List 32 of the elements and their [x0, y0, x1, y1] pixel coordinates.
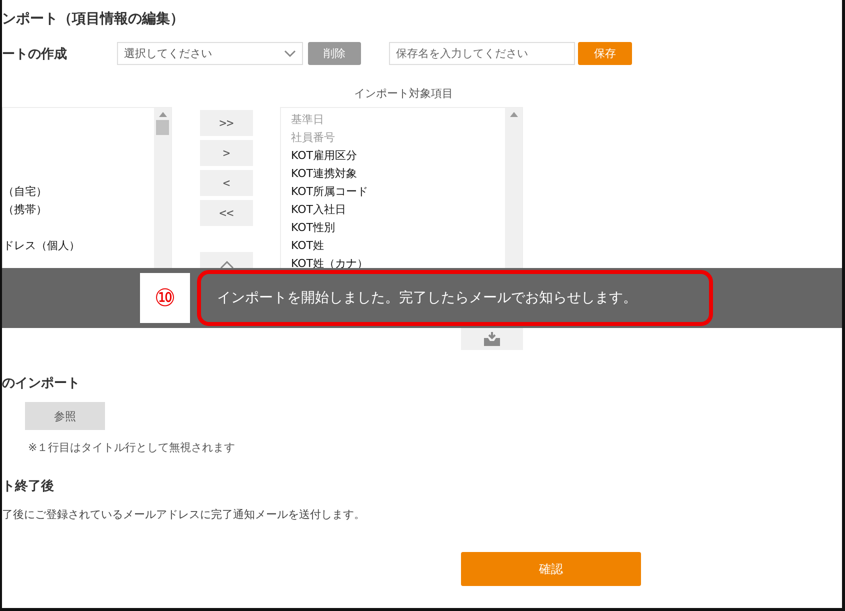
- list-item[interactable]: KOT連携対象: [291, 165, 495, 183]
- chevron-down-icon: [284, 50, 296, 58]
- download-button[interactable]: [461, 328, 523, 350]
- browse-button[interactable]: 参照: [25, 402, 105, 430]
- note-text: ※１行目はタイトル行として無視されます: [28, 440, 236, 455]
- section-heading: ト終了後: [2, 478, 55, 495]
- section-heading: のインポート: [2, 375, 81, 392]
- list-item[interactable]: KOT入社日: [291, 201, 495, 219]
- list-item[interactable]: KOT性別: [291, 219, 495, 237]
- notification-message: インポートを開始しました。完了したらメールでお知らせします。: [197, 270, 713, 326]
- list-item[interactable]: （携帯）: [3, 201, 154, 219]
- name-field[interactable]: 保存名を入力してください: [389, 42, 575, 65]
- list-heading: インポート対象項目: [353, 86, 454, 100]
- list-item[interactable]: ドレス（個人）: [3, 237, 154, 255]
- scroll-up-icon[interactable]: [510, 112, 518, 117]
- chevron-up-icon: [220, 261, 234, 269]
- description-text: 了後にご登録されているメールアドレスに完了通知メールを送付します。: [2, 507, 366, 522]
- page-title: ンポート（項目情報の編集）: [2, 10, 185, 29]
- move-button[interactable]: <<: [200, 200, 253, 226]
- list-item[interactable]: KOT姓: [291, 237, 495, 255]
- list-item[interactable]: KOT所属コード: [291, 183, 495, 201]
- scroll-up-icon[interactable]: [158, 112, 166, 117]
- list-item[interactable]: （自宅）: [3, 183, 154, 201]
- template-select[interactable]: 選択してください: [117, 42, 303, 65]
- move-button[interactable]: <: [200, 170, 253, 196]
- move-button[interactable]: >>: [200, 110, 253, 136]
- move-button[interactable]: >: [200, 140, 253, 166]
- list-item[interactable]: KOT雇用区分: [291, 147, 495, 165]
- template-label: ートの作成: [2, 46, 68, 62]
- scrollbar-thumb[interactable]: [156, 120, 169, 135]
- step-number: ⑩: [140, 273, 190, 323]
- download-icon: [482, 332, 502, 346]
